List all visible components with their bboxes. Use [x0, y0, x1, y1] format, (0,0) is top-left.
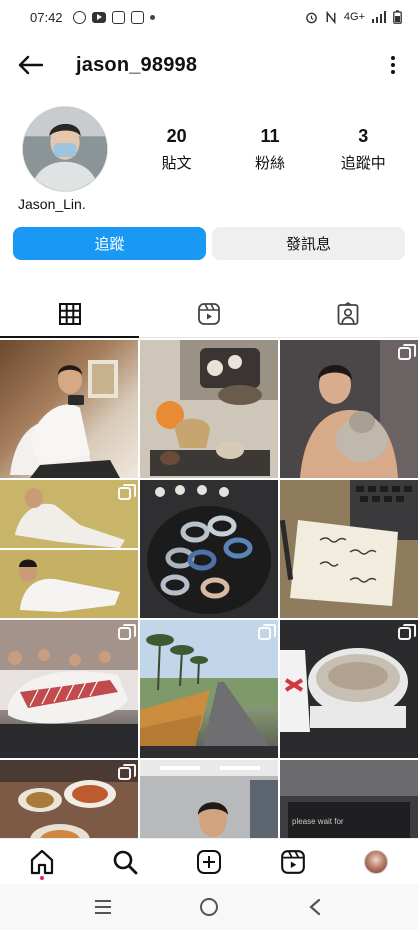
- grid-icon: [58, 302, 81, 325]
- content-tabs: [0, 290, 418, 338]
- posts-grid: please wait for: [0, 340, 418, 898]
- nav-profile[interactable]: [334, 839, 418, 884]
- page-title: jason_98998: [76, 53, 198, 76]
- nfc-icon: [326, 10, 336, 24]
- message-button[interactable]: 發訊息: [212, 227, 405, 260]
- tab-reels[interactable]: [139, 290, 278, 337]
- post-photo-road: [140, 620, 278, 758]
- post-photo-man-cat: [280, 340, 418, 478]
- profile-stats: 20 貼文 11 粉絲 3 追蹤中: [130, 126, 410, 173]
- status-time: 07:42: [30, 9, 63, 25]
- multi-photo-icon: [118, 484, 136, 500]
- post-photo-man-camera: [10, 360, 120, 478]
- stat-posts-value: 20: [166, 126, 187, 146]
- dot-icon: [149, 14, 155, 20]
- profile-header: jason_98998: [0, 42, 418, 88]
- post-photo-man-grass: [0, 480, 138, 618]
- nav-search[interactable]: [84, 839, 168, 884]
- home-system-button[interactable]: [189, 887, 229, 927]
- status-left-icons: [72, 10, 155, 24]
- laptop-screen-text: please wait for: [292, 817, 344, 826]
- post-photo-food-container: [280, 620, 418, 758]
- post-tile[interactable]: [0, 480, 138, 618]
- post-tile[interactable]: [0, 620, 138, 758]
- post-tile[interactable]: [140, 480, 278, 618]
- reels-icon: [280, 849, 305, 874]
- home-icon: [30, 849, 53, 874]
- tab-posts-grid[interactable]: [0, 290, 140, 338]
- follow-button[interactable]: 追蹤: [13, 227, 206, 260]
- avatar-photo: [23, 107, 107, 191]
- youtube-icon: [91, 11, 106, 23]
- chevron-left-icon: [309, 898, 321, 916]
- reels-icon: [198, 302, 220, 325]
- back-arrow-icon: [18, 55, 43, 75]
- search-icon: [114, 850, 138, 874]
- nav-home[interactable]: [0, 839, 84, 884]
- post-tile[interactable]: [280, 620, 418, 758]
- circle-home-icon: [200, 898, 218, 916]
- system-nav-bar: [0, 884, 418, 930]
- post-photo-watches: [140, 480, 278, 618]
- back-system-button[interactable]: [295, 887, 335, 927]
- display-name: Jason_Lin.: [18, 196, 86, 212]
- instagram-icon: [130, 10, 144, 24]
- avatar[interactable]: [22, 106, 108, 192]
- status-right-icons: 4G+: [305, 10, 402, 24]
- stat-posts-label: 貼文: [161, 155, 192, 172]
- nav-create[interactable]: [167, 839, 251, 884]
- post-tile[interactable]: [0, 340, 138, 478]
- post-photo-dinner: [0, 620, 138, 758]
- multi-photo-icon: [398, 344, 416, 360]
- more-options-button[interactable]: [368, 42, 418, 88]
- tab-tagged[interactable]: [279, 290, 418, 337]
- stat-followers[interactable]: 11 粉絲: [225, 126, 315, 173]
- create-icon: [196, 849, 221, 874]
- profile-avatar: [364, 849, 389, 874]
- signal-icon: [372, 11, 386, 23]
- post-photo-handwritten-note: [280, 480, 418, 618]
- post-tile[interactable]: [140, 340, 278, 478]
- stat-followers-label: 粉絲: [254, 155, 285, 172]
- multi-photo-icon: [398, 624, 416, 640]
- instagram-icon: [111, 10, 125, 24]
- battery-icon: [393, 10, 402, 24]
- alarm-icon: [306, 12, 317, 23]
- post-tile[interactable]: [280, 340, 418, 478]
- tagged-icon: [337, 301, 359, 325]
- network-type: 4G+: [343, 11, 365, 23]
- back-button[interactable]: [0, 42, 60, 88]
- recent-apps-button[interactable]: [83, 887, 123, 927]
- multi-photo-icon: [118, 624, 136, 640]
- messenger-icon: [72, 10, 86, 24]
- status-bar: 07:42 4G+: [0, 0, 418, 34]
- stat-following-label: 追蹤中: [340, 155, 386, 172]
- stat-following[interactable]: 3 追蹤中: [318, 126, 408, 173]
- post-tile[interactable]: [280, 480, 418, 618]
- menu-lines-icon: [95, 900, 111, 914]
- notification-dot: [39, 876, 44, 880]
- post-tile[interactable]: [140, 620, 278, 758]
- stat-following-value: 3: [358, 126, 369, 146]
- post-photo-tea-set: [140, 340, 278, 478]
- nav-reels[interactable]: [251, 839, 335, 884]
- stat-followers-value: 11: [260, 126, 280, 146]
- stat-posts[interactable]: 20 貼文: [132, 126, 222, 173]
- multi-photo-icon: [118, 764, 136, 780]
- bottom-nav: [0, 838, 418, 884]
- more-vertical-icon: [391, 56, 395, 74]
- multi-photo-icon: [258, 624, 276, 640]
